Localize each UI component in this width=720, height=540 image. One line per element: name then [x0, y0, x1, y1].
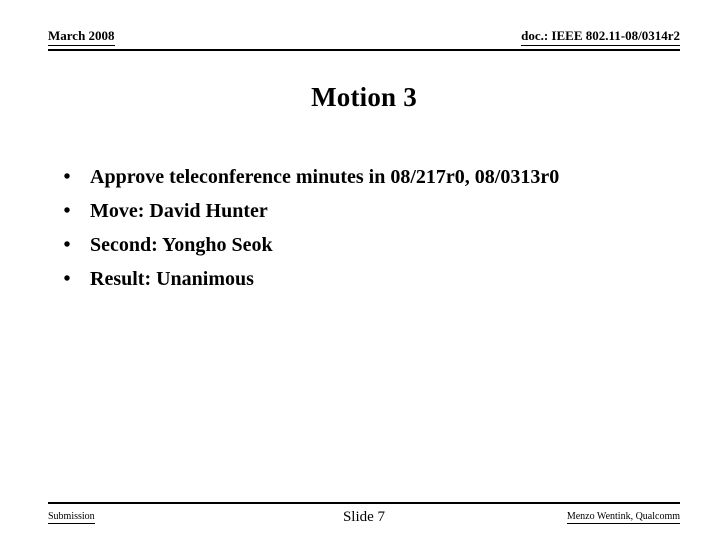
- list-item: • Result: Unanimous: [48, 262, 680, 296]
- slide-title: Motion 3: [311, 82, 417, 112]
- list-item-label: Result: Unanimous: [90, 268, 254, 290]
- bullet-icon: •: [63, 268, 71, 290]
- slide-footer: Submission Slide 7 Menzo Wentink, Qualco…: [48, 508, 680, 532]
- header-doc-reference: doc.: IEEE 802.11-08/0314r2: [521, 28, 680, 46]
- bullet-icon: •: [63, 234, 71, 256]
- list-item: • Move: David Hunter: [48, 194, 680, 228]
- list-item-label: Second: Yongho Seok: [90, 234, 273, 256]
- list-item-label: Approve teleconference minutes in 08/217…: [90, 166, 560, 188]
- bullet-icon: •: [63, 166, 71, 188]
- bullet-icon: •: [63, 200, 71, 222]
- footer-divider: [48, 502, 680, 504]
- list-item: • Second: Yongho Seok: [48, 228, 680, 262]
- list-item-label: Move: David Hunter: [90, 200, 268, 222]
- header-divider: [48, 49, 680, 51]
- header-date: March 2008: [48, 28, 115, 46]
- slide-canvas: March 2008 doc.: IEEE 802.11-08/0314r2 M…: [0, 0, 720, 540]
- footer-author: Menzo Wentink, Qualcomm: [566, 511, 680, 524]
- slide-header: March 2008 doc.: IEEE 802.11-08/0314r2: [48, 28, 680, 50]
- bullet-list: • Approve teleconference minutes in 08/2…: [48, 160, 680, 296]
- list-item: • Approve teleconference minutes in 08/2…: [48, 160, 680, 194]
